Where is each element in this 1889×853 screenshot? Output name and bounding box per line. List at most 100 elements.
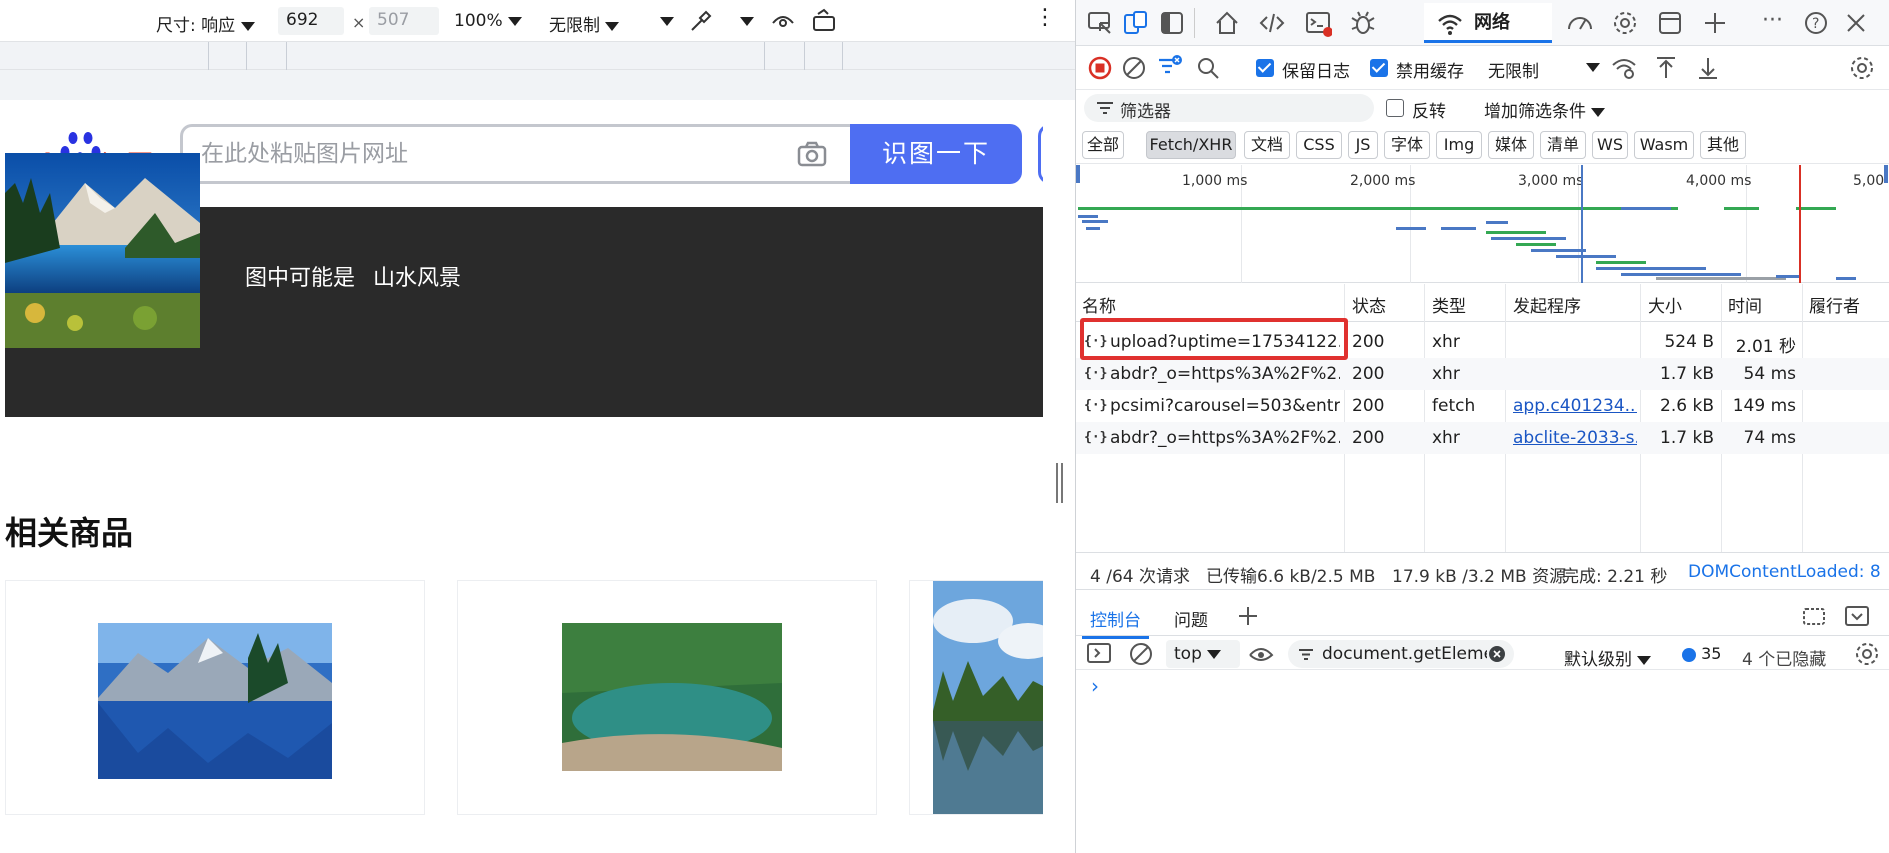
network-overview-timeline[interactable]: 1,000 ms 2,000 ms 3,000 ms 4,000 ms 5,00 — [1076, 165, 1889, 283]
console-prompt[interactable]: › — [1091, 674, 1099, 698]
clear-console-icon[interactable] — [1128, 641, 1154, 667]
bug-icon[interactable] — [1349, 9, 1377, 37]
throttle-dropdown[interactable]: 无限制 — [549, 11, 620, 36]
more-filters-dropdown[interactable]: 增加筛选条件 — [1484, 97, 1606, 122]
console-icon[interactable] — [1304, 9, 1332, 37]
col-fulfilled-by[interactable]: 履行者 — [1809, 292, 1860, 317]
preserve-log-checkbox[interactable] — [1256, 59, 1274, 77]
throttle-select[interactable]: 无限制 — [1488, 57, 1539, 82]
search-icon[interactable] — [1194, 54, 1222, 82]
tab-network[interactable]: 网络 — [1424, 3, 1552, 43]
chip-manifest[interactable]: 清单 — [1540, 131, 1586, 159]
dimensions-dropdown[interactable]: 尺寸: 响应 — [156, 11, 255, 36]
throttle-caret[interactable] — [1586, 57, 1600, 77]
tab-issues[interactable]: 问题 — [1174, 606, 1208, 631]
filter-input[interactable]: 筛选器 — [1084, 94, 1374, 122]
help-icon[interactable]: ? — [1802, 9, 1830, 37]
col-time[interactable]: 时间 — [1728, 292, 1762, 317]
chip-other[interactable]: 其他 — [1700, 131, 1746, 159]
chevron-down-icon — [508, 16, 523, 26]
issues-counter[interactable]: 35 — [1682, 644, 1721, 663]
uploaded-image-thumbnail[interactable] — [5, 153, 200, 348]
table-row[interactable]: {·} pcsimi?carousel=503&entr... 200 fetc… — [1076, 390, 1889, 422]
record-stop-icon[interactable] — [1086, 54, 1114, 82]
network-conditions-icon[interactable] — [1610, 54, 1638, 82]
device-toolbar-icon[interactable] — [1122, 9, 1150, 37]
request-name[interactable]: pcsimi?carousel=503&entr... — [1110, 396, 1340, 416]
close-drawer-icon[interactable] — [1844, 604, 1870, 628]
add-drawer-tab-icon[interactable] — [1236, 604, 1260, 628]
chip-media[interactable]: 媒体 — [1488, 131, 1534, 159]
console-settings-icon[interactable] — [1854, 641, 1880, 667]
table-row[interactable]: {·} abdr?_o=https%3A%2F%2... 200 xhr 1.7… — [1076, 358, 1889, 390]
rotate-icon[interactable] — [810, 8, 838, 34]
chip-wasm[interactable]: Wasm — [1634, 131, 1694, 159]
height-input[interactable]: 507 — [369, 7, 439, 35]
tab-console[interactable]: 控制台 — [1082, 606, 1149, 639]
col-name[interactable]: 名称 — [1082, 292, 1116, 317]
chip-img[interactable]: Img — [1436, 131, 1482, 159]
times-sign: × — [352, 13, 366, 32]
col-initiator[interactable]: 发起程序 — [1513, 292, 1581, 317]
eyedropper-icon[interactable] — [688, 8, 714, 34]
undock-drawer-icon[interactable] — [1802, 604, 1828, 628]
chevron-down-icon — [1207, 649, 1222, 659]
col-status[interactable]: 状态 — [1352, 292, 1386, 317]
add-tab-icon[interactable] — [1701, 9, 1729, 37]
request-name[interactable]: abdr?_o=https%3A%2F%2... — [1110, 364, 1340, 384]
screen: 尺寸: 响应 692 × 507 100% 无限制 ⋮ Bai — [0, 0, 1889, 853]
clear-filter-icon[interactable] — [1488, 645, 1506, 663]
performance-icon[interactable] — [1566, 9, 1594, 37]
dock-side-icon[interactable] — [1158, 9, 1186, 37]
width-input[interactable]: 692 — [278, 7, 344, 35]
zoom-dropdown[interactable]: 100% — [454, 11, 523, 31]
request-name[interactable]: abdr?_o=https%3A%2F%2... — [1110, 428, 1340, 448]
image-url-input[interactable] — [201, 139, 761, 169]
log-level-select[interactable]: 默认级别 — [1564, 645, 1652, 670]
live-expression-eye-icon[interactable] — [1248, 642, 1274, 666]
settings-gear-icon[interactable] — [1611, 9, 1639, 37]
console-filter-input[interactable]: document.getElementI — [1288, 640, 1514, 668]
chip-css[interactable]: CSS — [1296, 131, 1342, 159]
more-vert-icon[interactable]: ⋮ — [1034, 7, 1056, 29]
resize-handle[interactable] — [1056, 463, 1063, 503]
request-initiator[interactable]: app.c401234....js — [1513, 396, 1637, 416]
disable-cache-checkbox[interactable] — [1370, 59, 1388, 77]
col-size[interactable]: 大小 — [1648, 292, 1682, 317]
product-card[interactable] — [5, 580, 425, 815]
result-label[interactable]: 山水风景 — [373, 266, 461, 291]
chip-js[interactable]: JS — [1348, 131, 1378, 159]
inspect-icon[interactable] — [1086, 9, 1114, 37]
more-horiz-icon[interactable]: ··· — [1762, 8, 1783, 33]
search-by-image-button[interactable]: 识图一下 — [850, 124, 1022, 184]
invert-checkbox[interactable] — [1386, 99, 1404, 117]
secondary-button-edge[interactable] — [1038, 124, 1043, 184]
table-row[interactable]: {·} abdr?_o=https%3A%2F%2... 200 xhr abc… — [1076, 422, 1889, 454]
filter-clear-icon[interactable] — [1156, 52, 1184, 80]
chip-ws[interactable]: WS — [1592, 131, 1628, 159]
chip-all[interactable]: 全部 — [1082, 131, 1124, 159]
overview-handle-right[interactable] — [1884, 165, 1888, 183]
overview-handle-left[interactable] — [1076, 165, 1080, 183]
col-type[interactable]: 类型 — [1432, 292, 1466, 317]
context-select[interactable]: top — [1166, 640, 1240, 668]
clear-icon[interactable] — [1120, 54, 1148, 82]
product-card[interactable] — [457, 580, 877, 815]
more-dropdown[interactable] — [660, 11, 674, 31]
camera-icon[interactable] — [797, 141, 827, 167]
product-card[interactable] — [909, 580, 1043, 815]
home-icon[interactable] — [1213, 9, 1241, 37]
close-icon[interactable] — [1842, 9, 1870, 37]
network-settings-icon[interactable] — [1848, 54, 1876, 82]
eye-icon[interactable] — [770, 8, 796, 34]
application-icon[interactable] — [1656, 9, 1684, 37]
elements-code-icon[interactable] — [1258, 9, 1286, 37]
request-initiator[interactable]: abclite-2033-s.js — [1513, 428, 1637, 448]
export-har-icon[interactable] — [1694, 54, 1722, 82]
import-har-icon[interactable] — [1652, 54, 1680, 82]
chip-font[interactable]: 字体 — [1384, 131, 1430, 159]
dropper-options[interactable] — [740, 11, 754, 31]
sidebar-toggle-icon[interactable] — [1086, 642, 1112, 664]
chip-fetch-xhr[interactable]: Fetch/XHR — [1146, 131, 1236, 159]
chip-doc[interactable]: 文档 — [1244, 131, 1290, 159]
